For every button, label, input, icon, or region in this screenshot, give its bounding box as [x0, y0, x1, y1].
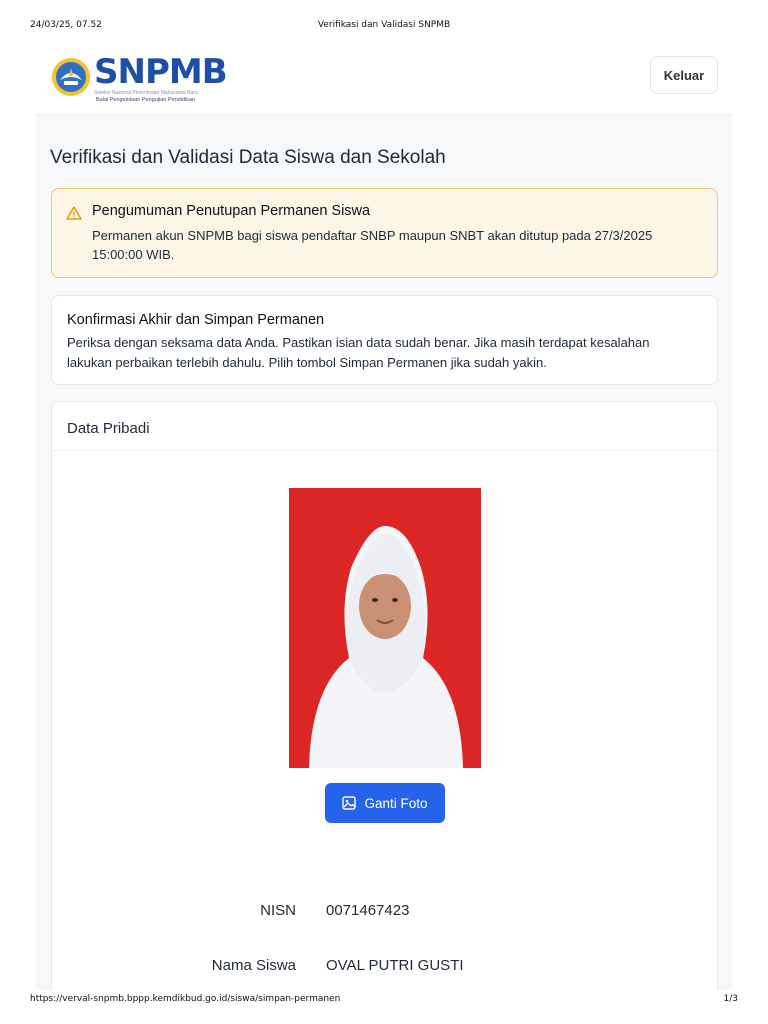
alert-title: Pengumuman Penutupan Permanen Siswa: [92, 203, 371, 219]
personal-data-title: Data Pribadi: [67, 420, 150, 437]
personal-data-card: Data Pribadi Ganti Foto NISN 0071467423 …: [51, 401, 718, 990]
nisn-label: NISN: [260, 902, 296, 919]
print-footer: https://verval-snpmb.bppp.kemdikbud.go.i…: [30, 994, 738, 1004]
logout-button[interactable]: Keluar: [650, 56, 718, 94]
student-name-value: OVAL PUTRI GUSTI: [326, 957, 464, 974]
announcement-alert: Pengumuman Penutupan Permanen Siswa Perm…: [51, 188, 718, 278]
print-page-number: 1/3: [723, 994, 738, 1004]
final-confirmation-card: Konfirmasi Akhir dan Simpan Permanen Per…: [51, 295, 718, 385]
change-photo-label: Ganti Foto: [364, 795, 428, 811]
print-page-title: Verifikasi dan Validasi SNPMB: [317, 20, 451, 30]
confirmation-title: Konfirmasi Akhir dan Simpan Permanen: [67, 312, 325, 328]
student-photo: [289, 488, 481, 768]
image-icon: [342, 796, 357, 810]
warning-triangle-icon: [66, 206, 82, 220]
personal-data-header: Data Pribadi: [52, 402, 717, 451]
snpmb-logo[interactable]: SNPMB Seleksi Nasional Penerimaan Mahasi…: [50, 52, 230, 103]
page-title: Verifikasi dan Validasi Data Siswa dan S…: [50, 147, 446, 168]
logo-wordmark: SNPMB: [94, 52, 228, 92]
main-content: Verifikasi dan Validasi Data Siswa dan S…: [36, 115, 732, 990]
print-url: https://verval-snpmb.bppp.kemdikbud.go.i…: [30, 994, 341, 1004]
student-name-label: Nama Siswa: [211, 957, 296, 974]
nisn-value: 0071467423: [326, 902, 410, 919]
confirmation-body: Periksa dengan seksama data Anda. Pastik…: [67, 335, 650, 370]
app-header: SNPMB Seleksi Nasional Penerimaan Mahasi…: [36, 46, 732, 115]
tut-wuri-emblem-icon: [52, 58, 90, 96]
logo-subtitle: Seleksi Nasional Penerimaan Mahasiswa Ba…: [94, 90, 198, 96]
alert-body: Permanen akun SNPMB bagi siswa pendaftar…: [92, 228, 653, 262]
change-photo-button[interactable]: Ganti Foto: [325, 783, 445, 823]
logo-organization: Balai Pengelolaan Pengujian Pendidikan: [96, 97, 196, 103]
